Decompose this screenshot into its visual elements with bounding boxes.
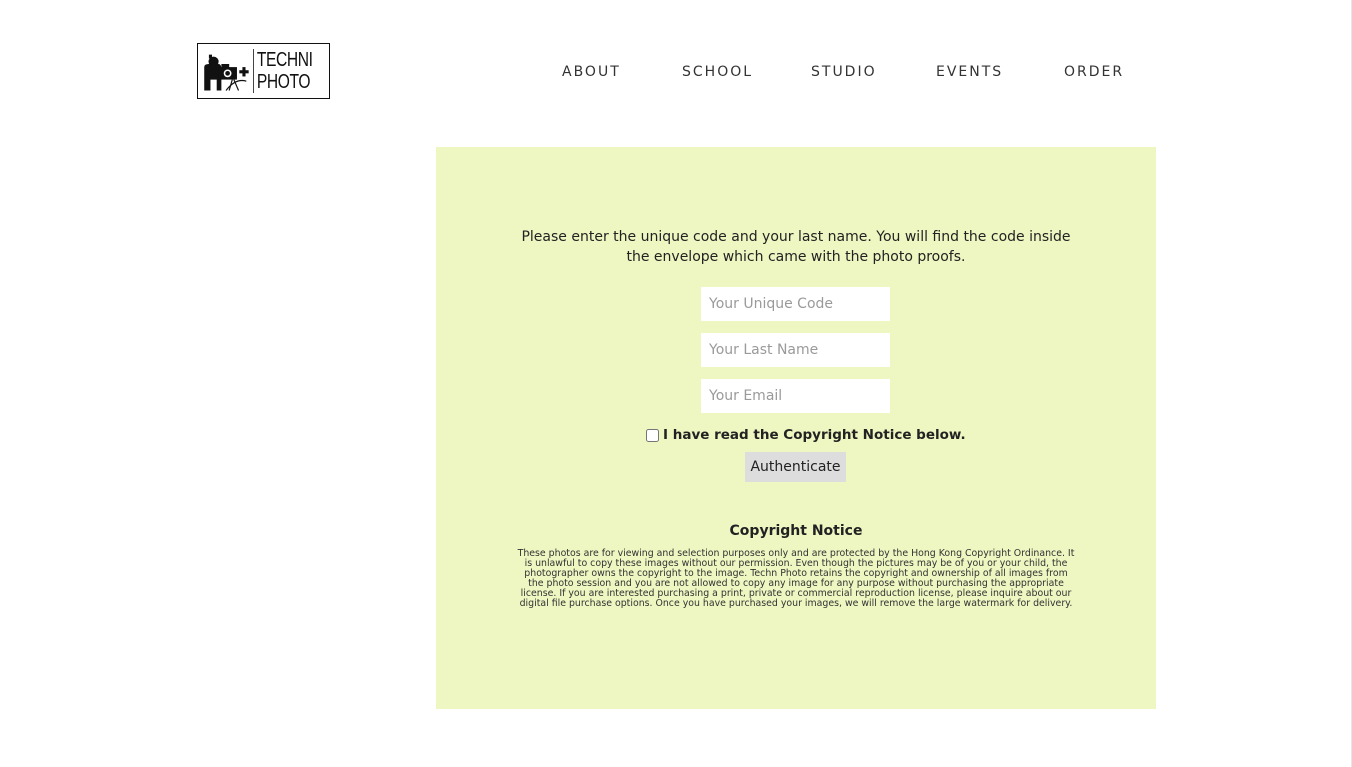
nav-item-studio[interactable]: STUDIO — [811, 64, 877, 80]
copyright-notice-body: These photos are for viewing and selecti… — [517, 548, 1075, 609]
copyright-notice-title: Copyright Notice — [729, 523, 863, 539]
copyright-agreement-label[interactable]: I have read the Copyright Notice below. — [663, 427, 966, 443]
instructions-text: Please enter the unique code and your la… — [521, 229, 1071, 265]
main-nav: ABOUT SCHOOL STUDIO EVENTS ORDER — [0, 64, 1352, 84]
nav-item-order[interactable]: ORDER — [1064, 64, 1124, 80]
page: TECHNI PHOTO ABOUT SCHOOL STUDIO EVENTS … — [0, 0, 1352, 767]
authenticate-button[interactable]: Authenticate — [745, 452, 846, 482]
nav-item-about[interactable]: ABOUT — [562, 64, 621, 80]
last-name-input[interactable] — [701, 333, 890, 367]
email-input[interactable] — [701, 379, 890, 413]
copyright-agreement-checkbox[interactable] — [646, 428, 659, 442]
auth-panel: Please enter the unique code and your la… — [436, 147, 1156, 709]
nav-item-school[interactable]: SCHOOL — [682, 64, 753, 80]
copyright-agreement-row: I have read the Copyright Notice below. — [646, 427, 966, 443]
unique-code-input[interactable] — [701, 287, 890, 321]
nav-item-events[interactable]: EVENTS — [936, 64, 1003, 80]
